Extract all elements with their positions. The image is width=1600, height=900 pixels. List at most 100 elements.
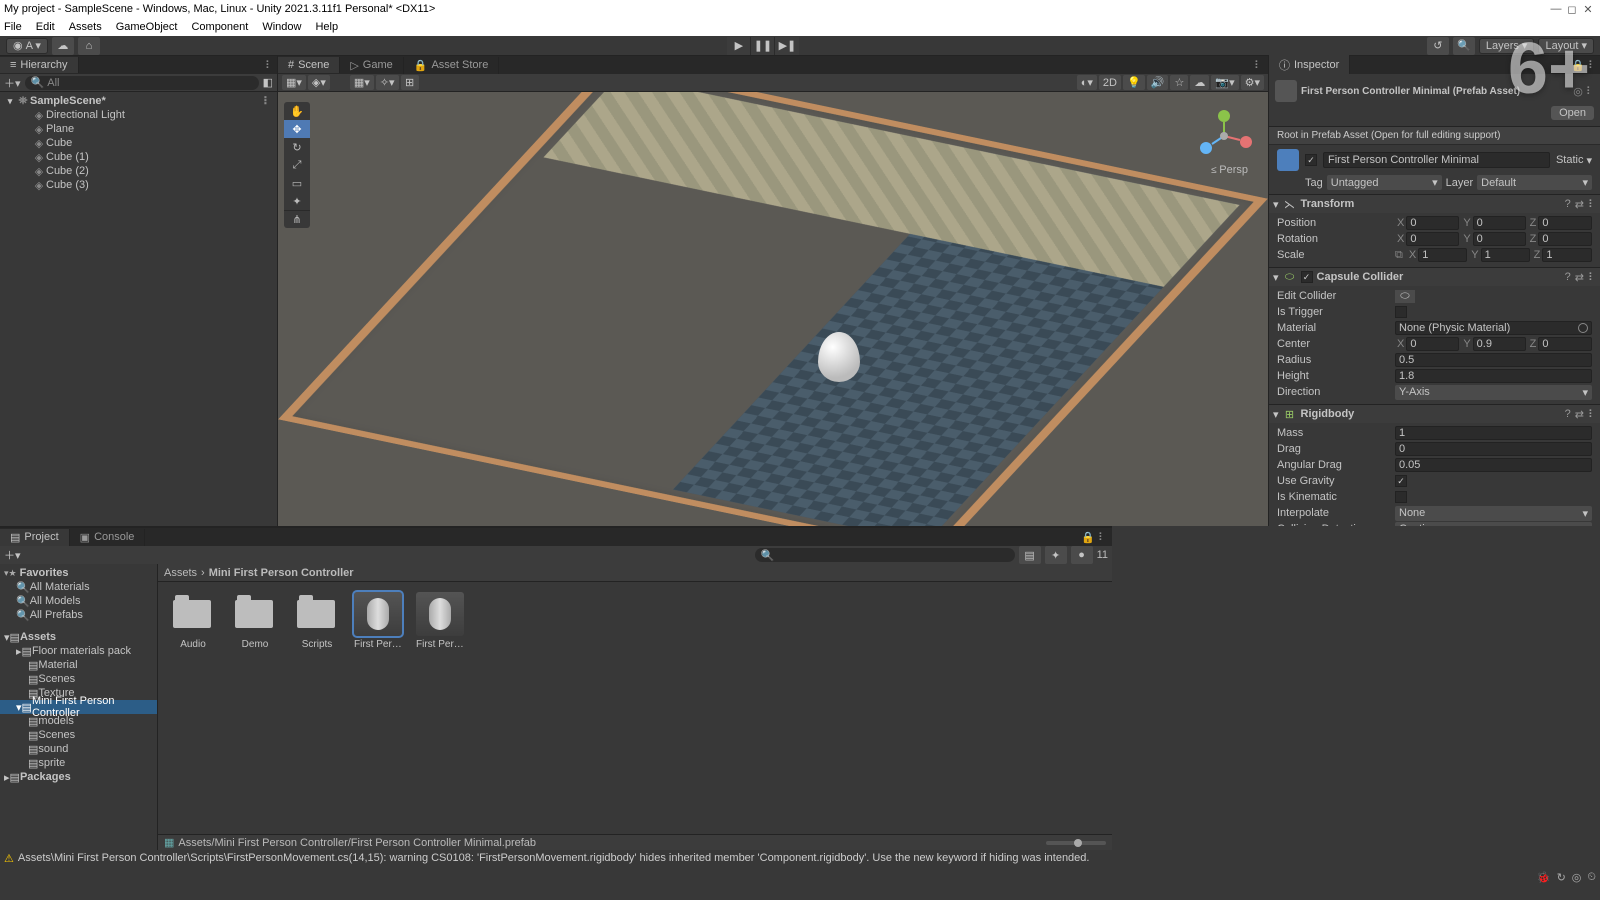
filter-icon[interactable]: ▤ bbox=[1019, 546, 1041, 564]
status-icon[interactable]: ⏲ bbox=[1587, 871, 1596, 884]
hand-tool[interactable]: ✋ bbox=[284, 102, 310, 120]
direction-dropdown[interactable]: Y-Axis▾ bbox=[1395, 385, 1592, 400]
hierarchy-item[interactable]: ◈Cube (1) bbox=[0, 150, 277, 164]
menu-gameobject[interactable]: GameObject bbox=[116, 21, 178, 33]
services-icon[interactable]: ⌂ bbox=[78, 37, 100, 55]
star-icon[interactable]: ✦ bbox=[1045, 546, 1067, 564]
layout-dropdown[interactable]: Layout ▾ bbox=[1538, 38, 1594, 54]
hierarchy-search[interactable]: 🔍 All bbox=[25, 76, 259, 90]
scene-row[interactable]: ▾⛯SampleScene*⠇ bbox=[0, 94, 277, 108]
addressable-icon[interactable]: ◎ ⠇ bbox=[1573, 85, 1594, 98]
hierarchy-item[interactable]: ◈Directional Light bbox=[0, 108, 277, 122]
audio-toggle[interactable]: 🔊 bbox=[1147, 75, 1169, 90]
open-button[interactable]: Open bbox=[1551, 106, 1594, 120]
project-tab[interactable]: ▤ Project bbox=[0, 529, 70, 546]
menu-window[interactable]: Window bbox=[262, 21, 301, 33]
minimize-button[interactable]: — bbox=[1548, 3, 1564, 15]
help-icon[interactable]: ? bbox=[1565, 198, 1571, 211]
menu-file[interactable]: File bbox=[4, 21, 22, 33]
cache-icon[interactable]: ◎ bbox=[1572, 871, 1582, 884]
grid-folder[interactable]: Demo bbox=[230, 592, 280, 650]
scene-menu-icon[interactable]: ⠇ bbox=[263, 95, 277, 108]
hidden-icon[interactable]: ● bbox=[1071, 546, 1093, 564]
breadcrumb[interactable]: Assets › Mini First Person Controller bbox=[158, 564, 1112, 582]
name-field[interactable]: First Person Controller Minimal bbox=[1323, 152, 1550, 168]
capsule-enabled[interactable] bbox=[1301, 271, 1313, 283]
project-lock-icon[interactable]: 🔒 ⠇ bbox=[1075, 531, 1112, 544]
tag-dropdown[interactable]: Untagged▾ bbox=[1327, 175, 1442, 190]
scene-options-icon[interactable]: ⠇ bbox=[1248, 59, 1268, 72]
active-checkbox[interactable] bbox=[1305, 154, 1317, 166]
close-button[interactable]: ✕ bbox=[1580, 3, 1596, 16]
gameobject-icon[interactable] bbox=[1277, 149, 1299, 171]
scale-tool[interactable]: ⤢ bbox=[284, 156, 310, 174]
hierarchy-item[interactable]: ◈Cube bbox=[0, 136, 277, 150]
snap-increment-button[interactable]: ✧▾ bbox=[376, 75, 399, 90]
grid-folder[interactable]: Audio bbox=[168, 592, 218, 650]
hierarchy-item[interactable]: ◈Plane bbox=[0, 122, 277, 136]
orientation-gizmo[interactable] bbox=[1188, 100, 1260, 172]
hierarchy-tab[interactable]: ≡ Hierarchy bbox=[0, 57, 79, 73]
console-status-bar[interactable]: ⚠ Assets\Mini First Person Controller\Sc… bbox=[0, 850, 1600, 866]
scene-tab[interactable]: # Scene bbox=[278, 57, 340, 73]
draw-mode-button[interactable]: ◐▾ bbox=[1077, 75, 1097, 90]
kinematic-chk[interactable] bbox=[1395, 491, 1407, 503]
pos-z[interactable]: 0 bbox=[1538, 216, 1592, 230]
handle-button[interactable]: ◈▾ bbox=[308, 75, 330, 90]
fav-item[interactable]: 🔍 All Prefabs bbox=[0, 608, 157, 622]
rect-tool[interactable]: ▭ bbox=[284, 174, 310, 192]
pos-y[interactable]: 0 bbox=[1473, 216, 1526, 230]
scale-link-icon[interactable]: ⧉ bbox=[1395, 249, 1403, 262]
create-dropdown[interactable]: ＋▾ bbox=[4, 547, 21, 563]
zoom-slider[interactable] bbox=[1046, 841, 1106, 845]
play-button[interactable]: ▶ bbox=[727, 37, 751, 55]
step-button[interactable]: ▶❚ bbox=[775, 37, 799, 55]
search-icon[interactable]: 🔍 bbox=[1453, 37, 1475, 55]
create-dropdown[interactable]: ＋▾ bbox=[4, 75, 21, 91]
pause-button[interactable]: ❚❚ bbox=[751, 37, 775, 55]
snap-button[interactable]: ⊞ bbox=[401, 75, 419, 90]
transform-tool[interactable]: ✦ bbox=[284, 192, 310, 210]
layers-dropdown[interactable]: Layers ▾ bbox=[1479, 38, 1535, 54]
grid-prefab[interactable]: First Perso... bbox=[354, 592, 404, 650]
menu-icon[interactable]: ⠇ bbox=[1588, 198, 1596, 211]
grid-folder[interactable]: Scripts bbox=[292, 592, 342, 650]
selected-folder[interactable]: ▾▤ Mini First Person Controller bbox=[0, 700, 157, 714]
edit-collider-button[interactable]: ⬭ bbox=[1395, 290, 1415, 303]
menu-edit[interactable]: Edit bbox=[36, 21, 55, 33]
panel-options-icon[interactable]: ⠇ bbox=[261, 59, 277, 72]
fav-item[interactable]: 🔍 All Materials bbox=[0, 580, 157, 594]
gravity-chk[interactable] bbox=[1395, 475, 1407, 487]
inspector-lock-icon[interactable]: 🔒 ⠇ bbox=[1567, 59, 1600, 72]
account-dropdown[interactable]: ◉ A ▾ bbox=[6, 38, 48, 54]
assetstore-tab[interactable]: 🔒 Asset Store bbox=[404, 57, 500, 74]
move-tool[interactable]: ✥ bbox=[284, 120, 310, 138]
sky-toggle[interactable]: ☁ bbox=[1190, 75, 1209, 90]
2d-toggle[interactable]: 2D bbox=[1099, 75, 1121, 90]
layer-dropdown[interactable]: Default▾ bbox=[1477, 175, 1592, 190]
grid-prefab[interactable]: First Perso... bbox=[416, 592, 466, 650]
cloud-icon[interactable]: ☁ bbox=[52, 37, 74, 55]
custom-tool[interactable]: ⋔ bbox=[284, 210, 310, 228]
preset-icon[interactable]: ⇄ bbox=[1575, 198, 1584, 211]
hierarchy-item[interactable]: ◈Cube (2) bbox=[0, 164, 277, 178]
maximize-button[interactable]: ◻ bbox=[1564, 3, 1580, 16]
rotate-tool[interactable]: ↻ bbox=[284, 138, 310, 156]
game-tab[interactable]: ▷ Game bbox=[340, 57, 403, 74]
undo-history-icon[interactable]: ↺ bbox=[1427, 37, 1449, 55]
menu-help[interactable]: Help bbox=[315, 21, 338, 33]
bug-icon[interactable]: 🐞 bbox=[1537, 871, 1551, 884]
autorefresh-icon[interactable]: ↻ bbox=[1557, 871, 1566, 884]
fav-item[interactable]: 🔍 All Models bbox=[0, 594, 157, 608]
pos-x[interactable]: 0 bbox=[1406, 216, 1459, 230]
menu-assets[interactable]: Assets bbox=[69, 21, 102, 33]
is-trigger[interactable] bbox=[1395, 306, 1407, 318]
inspector-tab[interactable]: ⓘ Inspector bbox=[1269, 55, 1350, 75]
hierarchy-item[interactable]: ◈Cube (3) bbox=[0, 178, 277, 192]
persp-label[interactable]: ≤ Persp bbox=[1211, 164, 1248, 176]
scene-viewport[interactable]: ✋ ✥ ↻ ⤢ ▭ ✦ ⋔ ≤ Persp bbox=[278, 92, 1268, 526]
pivot-button[interactable]: ▦▾ bbox=[282, 75, 306, 90]
hierarchy-visibility-icon[interactable]: ◧ bbox=[263, 76, 273, 89]
lighting-toggle[interactable]: 💡 bbox=[1123, 75, 1145, 90]
camera-toggle[interactable]: 📷▾ bbox=[1211, 75, 1238, 90]
